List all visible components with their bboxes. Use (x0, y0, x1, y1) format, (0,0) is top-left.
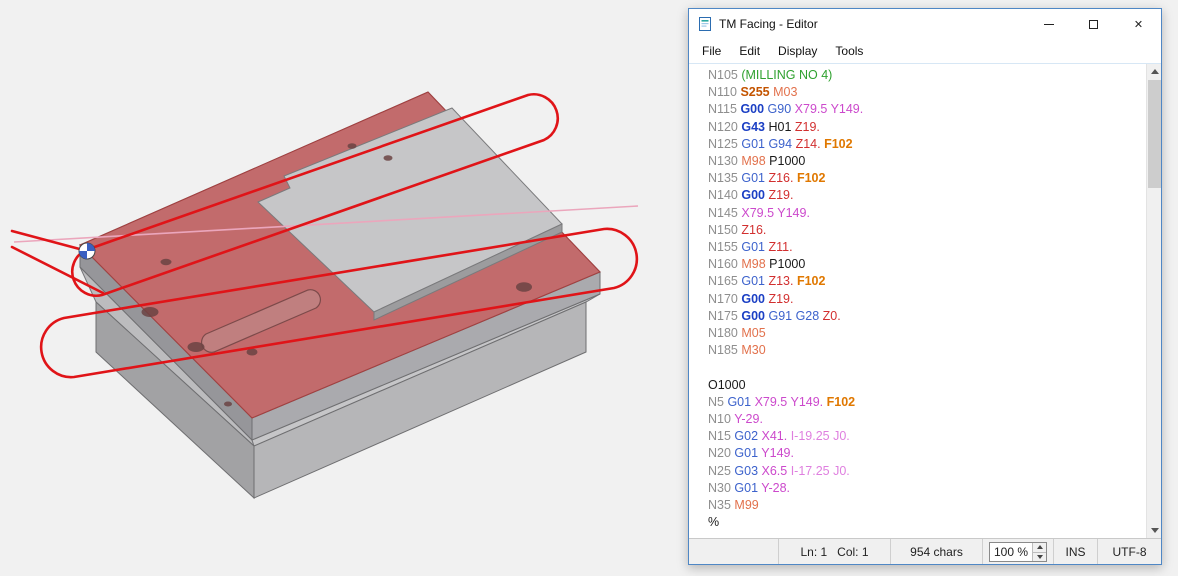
status-line-col: Ln: 1 Col: 1 (778, 539, 890, 564)
status-zoom: 100 % (982, 539, 1053, 564)
code-line: N160 M98 P1000 (708, 256, 1140, 273)
code-line: N20 G01 Y149. (708, 445, 1140, 462)
maximize-icon (1089, 20, 1098, 29)
code-line: % (708, 514, 1140, 531)
code-line: N125 G01 G94 Z14. F102 (708, 136, 1140, 153)
minimize-button[interactable] (1026, 9, 1071, 39)
status-insert-mode: INS (1053, 539, 1097, 564)
code-line: N145 X79.5 Y149. (708, 205, 1140, 222)
window-title: TM Facing - Editor (719, 17, 1026, 31)
code-line: N140 G00 Z19. (708, 187, 1140, 204)
status-filler (689, 539, 778, 564)
code-line: N170 G00 Z19. (708, 291, 1140, 308)
vertical-scrollbar[interactable] (1146, 64, 1161, 538)
editor-window: TM Facing - Editor ✕ File Edit Display T… (688, 8, 1162, 565)
close-icon: ✕ (1134, 18, 1143, 31)
zoom-increase-button[interactable] (1033, 543, 1046, 552)
spinner-up-icon (1037, 545, 1043, 549)
code-line: O1000 (708, 377, 1140, 394)
code-line: N120 G43 H01 Z19. (708, 119, 1140, 136)
code-line: N135 G01 Z16. F102 (708, 170, 1140, 187)
code-line: N5 G01 X79.5 Y149. F102 (708, 394, 1140, 411)
maximize-button[interactable] (1071, 9, 1116, 39)
menu-item-file[interactable]: File (693, 41, 730, 61)
origin-marker (79, 243, 95, 259)
spinner-down-icon (1037, 555, 1043, 559)
desktop: TM Facing - Editor ✕ File Edit Display T… (0, 0, 1178, 576)
3d-viewport[interactable] (0, 0, 690, 576)
menu-item-display[interactable]: Display (769, 41, 826, 61)
code-area[interactable]: N105 (MILLING NO 4)N110 S255 M03N115 G00… (689, 64, 1146, 538)
code-line: N110 S255 M03 (708, 84, 1140, 101)
zoom-spinner (1032, 543, 1046, 561)
code-line: N35 M99 (708, 497, 1140, 514)
zoom-input[interactable]: 100 % (990, 543, 1032, 561)
scroll-thumb[interactable] (1148, 80, 1161, 188)
code-line: N150 Z16. (708, 222, 1140, 239)
status-char-count: 954 chars (890, 539, 982, 564)
code-line: N165 G01 Z13. F102 (708, 273, 1140, 290)
minimize-icon (1044, 24, 1054, 25)
code-line (708, 359, 1140, 376)
code-line: N10 Y-29. (708, 411, 1140, 428)
zoom-control[interactable]: 100 % (989, 542, 1047, 562)
zoom-decrease-button[interactable] (1033, 552, 1046, 561)
menu-item-tools[interactable]: Tools (826, 41, 872, 61)
code-line: N30 G01 Y-28. (708, 480, 1140, 497)
status-encoding: UTF-8 (1097, 539, 1161, 564)
code-line: N185 M30 (708, 342, 1140, 359)
menu-item-edit[interactable]: Edit (730, 41, 769, 61)
close-button[interactable]: ✕ (1116, 9, 1161, 39)
machined-part-scene (0, 0, 690, 576)
app-icon (697, 16, 713, 32)
code-line: N25 G03 X6.5 I-17.25 J0. (708, 463, 1140, 480)
code-line: N180 M05 (708, 325, 1140, 342)
code-line: N105 (MILLING NO 4) (708, 67, 1140, 84)
scroll-up-icon (1151, 69, 1159, 74)
scroll-up-button[interactable] (1147, 64, 1161, 79)
menu-bar: File Edit Display Tools (689, 39, 1161, 63)
status-bar: Ln: 1 Col: 1 954 chars 100 % INS UTF-8 (689, 538, 1161, 564)
scroll-down-button[interactable] (1147, 523, 1161, 538)
scroll-down-icon (1151, 528, 1159, 533)
title-bar[interactable]: TM Facing - Editor ✕ (689, 9, 1161, 39)
code-line: N130 M98 P1000 (708, 153, 1140, 170)
code-line: N175 G00 G91 G28 Z0. (708, 308, 1140, 325)
code-line: N155 G01 Z11. (708, 239, 1140, 256)
code-line: N115 G00 G90 X79.5 Y149. (708, 101, 1140, 118)
code-line: N15 G02 X41. I-19.25 J0. (708, 428, 1140, 445)
editor-area: N105 (MILLING NO 4)N110 S255 M03N115 G00… (689, 63, 1161, 538)
